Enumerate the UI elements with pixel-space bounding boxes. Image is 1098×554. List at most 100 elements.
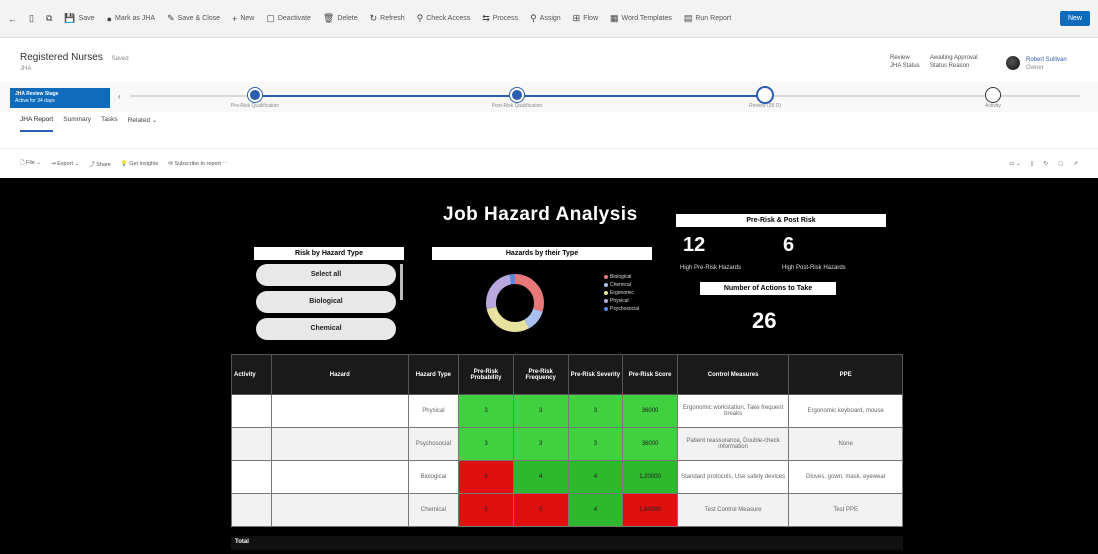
command-icon-1[interactable]: ▯ bbox=[29, 13, 34, 24]
legend-label: Psychosocial bbox=[610, 306, 640, 312]
cell-hazard-type: Psychosocial bbox=[407, 427, 460, 461]
col-header-activity[interactable]: Activity bbox=[231, 354, 272, 395]
legend-psychosocial[interactable]: Psychosocial bbox=[604, 305, 639, 313]
table-row[interactable]: Psychosocial 3 3 3 36000 Patient reassurance,… bbox=[231, 427, 903, 461]
command-deactivate[interactable]: ▢ Deactivate bbox=[266, 13, 311, 24]
tab-tasks[interactable]: Tasks bbox=[101, 116, 118, 132]
stage-label-3[interactable]: Review (28 D) bbox=[749, 103, 781, 109]
command-refresh[interactable]: ↻ Refresh bbox=[370, 13, 405, 24]
hazard-donut-chart bbox=[486, 274, 544, 332]
cell-ppe: None bbox=[788, 427, 903, 461]
stage-node-2[interactable] bbox=[510, 88, 524, 102]
slicer-scrollbar[interactable] bbox=[400, 264, 403, 300]
command-run-report[interactable]: ▤ Run Report bbox=[684, 13, 731, 24]
command-icon: ✎ bbox=[167, 13, 175, 23]
record-subtitle: JHA bbox=[20, 66, 32, 72]
command-check-access[interactable]: ⚲ Check Access bbox=[417, 13, 471, 24]
slicer-select-all[interactable]: Select all bbox=[256, 264, 396, 286]
report-file-button[interactable]: 🗋 File ⌄ bbox=[20, 159, 41, 168]
col-header-severity[interactable]: Pre-Risk Severity bbox=[567, 354, 624, 395]
report-insights-button[interactable]: 💡 Get insights bbox=[121, 161, 158, 167]
col-header-control-measures[interactable]: Control Measures bbox=[676, 354, 790, 395]
legend-label: Physical bbox=[610, 298, 629, 304]
stage-node-4[interactable] bbox=[986, 88, 1000, 102]
command-save[interactable]: 💾 Save bbox=[64, 13, 94, 24]
expand-icon[interactable]: ↗ bbox=[1073, 161, 1078, 167]
stage-node-1[interactable] bbox=[248, 88, 262, 102]
command-process[interactable]: ⇆ Process bbox=[482, 13, 518, 24]
report-share-button[interactable]: ⤴ Share bbox=[89, 160, 111, 168]
owner-label: Owner bbox=[1026, 65, 1044, 71]
command-flow[interactable]: ⊞ Flow bbox=[573, 13, 598, 24]
legend-physical[interactable]: Physical bbox=[604, 297, 639, 305]
cell-severity: 4 bbox=[567, 460, 624, 494]
cell-frequency: 3 bbox=[512, 394, 569, 428]
refresh-icon[interactable]: ↻ bbox=[1044, 161, 1049, 167]
col-header-frequency[interactable]: Pre-Risk Frequency bbox=[512, 354, 569, 395]
legend-biological[interactable]: Biological bbox=[604, 273, 639, 281]
col-header-ppe[interactable]: PPE bbox=[788, 354, 903, 395]
pre-post-risk-title: Pre-Risk & Post Risk bbox=[676, 214, 886, 227]
cell-activity bbox=[231, 427, 272, 461]
cell-hazard bbox=[270, 460, 409, 494]
cell-frequency: 5 bbox=[512, 493, 569, 527]
stage-label-2[interactable]: Post-Risk Qualification bbox=[492, 103, 542, 109]
active-stage-duration: Active for 34 days bbox=[15, 98, 55, 104]
command-assign[interactable]: ⚲ Assign bbox=[530, 13, 561, 24]
owner-name[interactable]: Robert Sullivan bbox=[1026, 56, 1067, 64]
command-delete[interactable]: 🗑 Delete bbox=[323, 13, 358, 24]
stage-node-3[interactable] bbox=[758, 88, 772, 102]
stage-label-1[interactable]: Pre-Risk Qualification bbox=[231, 103, 279, 109]
legend-swatch bbox=[604, 306, 608, 311]
command-label: Refresh bbox=[380, 15, 405, 22]
cell-probability: 3 bbox=[458, 394, 514, 428]
new-button[interactable]: New bbox=[1059, 11, 1090, 26]
report-insights-label: Get insights bbox=[129, 160, 159, 167]
status-reason-value: Awaiting Approval bbox=[930, 55, 978, 61]
bookmark-icon[interactable]: ▭ ⌄ bbox=[1009, 161, 1020, 167]
jha-status-label: JHA Status bbox=[890, 63, 920, 69]
command-icon: ● bbox=[106, 13, 113, 24]
col-header-score[interactable]: Pre-Risk Score bbox=[622, 354, 678, 395]
donut-title: Hazards by their Type bbox=[432, 247, 652, 260]
saved-status: Saved bbox=[111, 56, 129, 62]
command-new[interactable]: + New bbox=[232, 14, 254, 24]
tab-summary[interactable]: Summary bbox=[63, 116, 91, 132]
command-icon: ⧉ bbox=[45, 13, 53, 23]
command-bar: ← ▯ ⧉ 💾 Save ● Mark as JHA ✎ Save & Close + New ▢ De… bbox=[0, 0, 1098, 38]
active-stage-button[interactable]: JHA Review Stage Active for 34 days bbox=[10, 88, 110, 108]
col-header-probability[interactable]: Pre-Risk Probability bbox=[458, 354, 514, 395]
cell-hazard bbox=[270, 493, 409, 527]
report-export-button[interactable]: ⇥ Export ⌄ bbox=[51, 161, 79, 167]
command-icon-0[interactable]: ← bbox=[8, 14, 17, 24]
command-word-templates[interactable]: ▦ Word Templates bbox=[610, 13, 672, 24]
command-save-close[interactable]: ✎ Save & Close bbox=[167, 13, 220, 24]
owner-field[interactable]: Robert Sullivan Owner bbox=[1026, 56, 1067, 72]
tab-related[interactable]: Related ⌄ bbox=[128, 116, 158, 132]
command-label: Save & Close bbox=[177, 15, 221, 22]
cell-activity bbox=[231, 394, 272, 428]
view-icon[interactable]: ▯ bbox=[1031, 161, 1034, 167]
table-row[interactable]: Chemical 5 5 4 1,60000 Test Control Measure Te… bbox=[231, 493, 903, 527]
legend-ergonomic[interactable]: Ergonomic bbox=[604, 289, 639, 297]
report-subscribe-button[interactable]: ✉ Subscribe to report ⋯ bbox=[168, 161, 228, 167]
slicer-chemical[interactable]: Chemical bbox=[256, 318, 396, 340]
cell-hazard-type: Physical bbox=[407, 394, 460, 428]
avatar[interactable] bbox=[1006, 56, 1020, 70]
command-mark-as-jha[interactable]: ● Mark as JHA bbox=[107, 14, 156, 24]
table-row[interactable]: Physical 3 3 3 36000 Ergonomic workstation, T… bbox=[231, 394, 903, 428]
slicer-biological[interactable]: Biological bbox=[256, 291, 396, 313]
actions-title: Number of Actions to Take bbox=[700, 282, 836, 295]
command-icon: ▤ bbox=[683, 13, 693, 23]
cell-hazard-type: Biological bbox=[407, 460, 460, 494]
chevron-left-icon[interactable]: ‹ bbox=[118, 92, 121, 101]
comment-icon[interactable]: ▢ bbox=[1058, 161, 1063, 167]
col-header-hazard-type[interactable]: Hazard Type bbox=[407, 354, 460, 395]
command-icon-2[interactable]: ⧉ bbox=[46, 13, 52, 24]
command-label: Word Templates bbox=[621, 15, 672, 22]
legend-chemical[interactable]: Chemical bbox=[604, 281, 639, 289]
stage-label-4[interactable]: Activity bbox=[985, 103, 1001, 109]
table-row[interactable]: Biological 5 4 4 1,20000 Standard protocols, … bbox=[231, 460, 903, 494]
tab-jha-report[interactable]: JHA Report bbox=[20, 116, 54, 132]
col-header-hazard[interactable]: Hazard bbox=[270, 354, 409, 395]
